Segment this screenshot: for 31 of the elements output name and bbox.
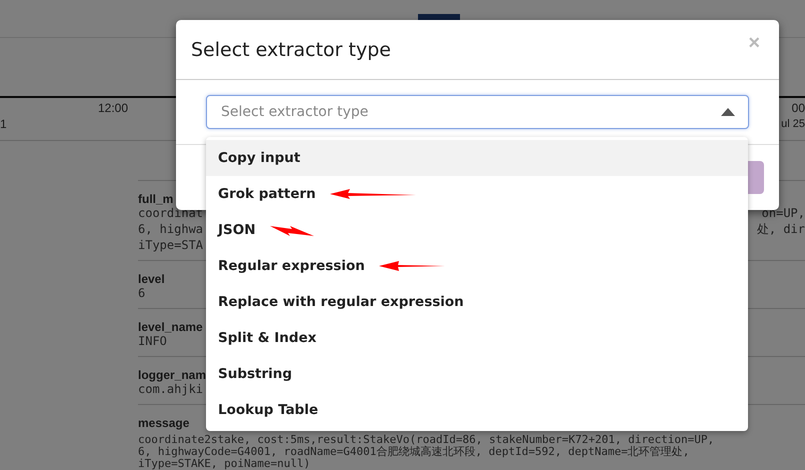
- extractor-option[interactable]: Grok pattern: [206, 176, 748, 212]
- field-value: com.ahjki: [138, 382, 204, 397]
- field-name: message: [138, 416, 190, 430]
- extractor-type-select[interactable]: Select extractor type: [206, 95, 749, 129]
- field-name: logger_nam: [138, 368, 206, 382]
- field-value: coordinate2stake, cost:5ms,result:StakeVo(roadId=86, stakeNumber=K72+201, direction=UP,: [138, 434, 714, 446]
- axis-date-label: ul 25: [781, 117, 805, 132]
- field-value: INFO: [138, 333, 167, 349]
- field-value: 6: [138, 285, 146, 301]
- field-name: level_name: [138, 320, 203, 334]
- extractor-option[interactable]: Copy input: [206, 140, 748, 176]
- axis-date-label: 1: [0, 116, 7, 132]
- field-value: 6, highwayCode=G4001, roadName=G4001合肥绕城高速北环段, deptId=592, deptName=北环管理处,: [138, 446, 690, 458]
- field-name: full_m: [138, 192, 174, 206]
- extractor-option[interactable]: Lookup Table: [206, 392, 748, 428]
- field-value: coordinat: [138, 205, 204, 221]
- modal-title: Select extractor type: [191, 38, 391, 60]
- field-name: level: [138, 272, 165, 286]
- axis-time-label: 00: [792, 100, 805, 116]
- extractor-option[interactable]: Split & Index: [206, 320, 748, 356]
- caret-icon: [721, 108, 735, 116]
- field-value: on=UP,: [762, 205, 805, 221]
- extractor-option[interactable]: Regular expression: [206, 248, 748, 284]
- field-value: iType=STAKE, poiName=null): [138, 458, 310, 470]
- extractor-option[interactable]: JSON: [206, 212, 748, 248]
- extractor-option[interactable]: Substring: [206, 356, 748, 392]
- extractor-option[interactable]: Replace with regular expression: [206, 284, 748, 320]
- field-value: 处, dir: [756, 221, 805, 237]
- field-value: iType=STA: [138, 237, 204, 253]
- field-value: 6, highwa: [138, 221, 204, 237]
- axis-time-label: 12:00: [98, 100, 128, 116]
